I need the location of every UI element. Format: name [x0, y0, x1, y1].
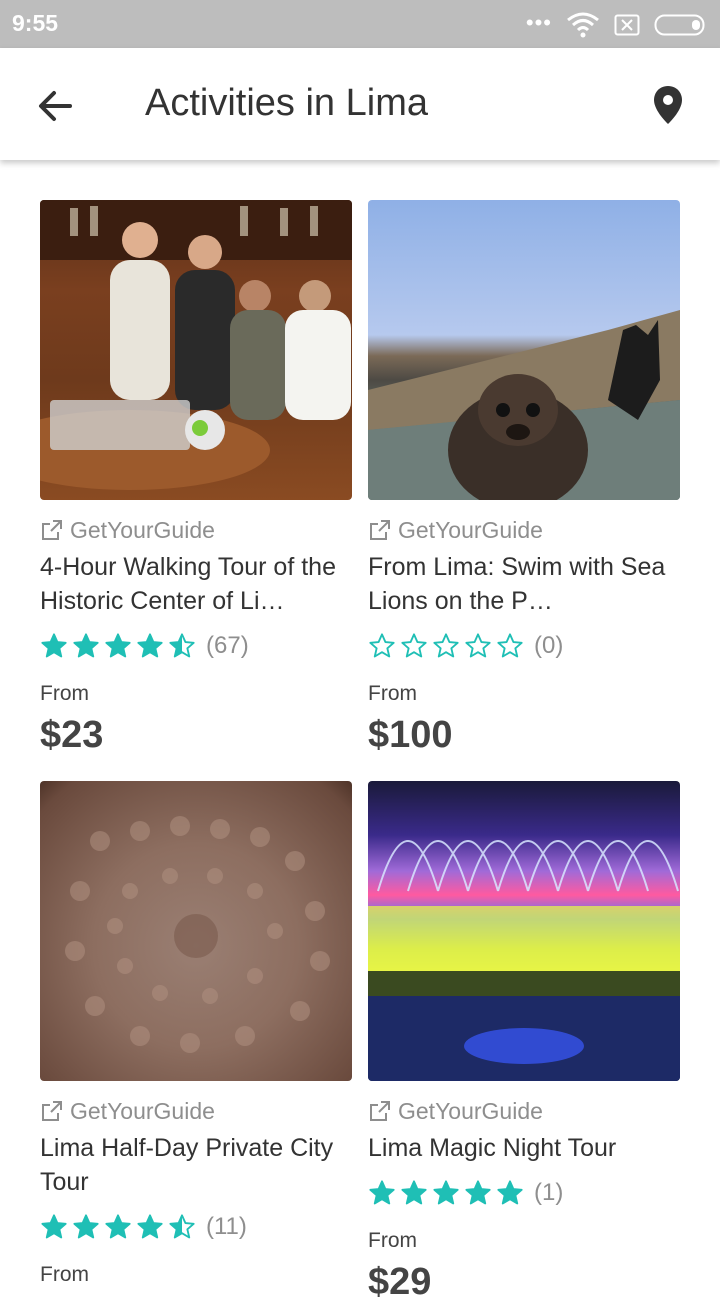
price-from-label: From: [40, 682, 89, 705]
star-icon: [73, 633, 99, 658]
star-icon: [137, 1214, 163, 1239]
star-icon: [105, 1214, 131, 1239]
battery-icon: [654, 14, 708, 36]
star-icon: [433, 1180, 459, 1205]
star-icon: [465, 633, 491, 658]
star-icon: [105, 633, 131, 658]
activity-photo: [40, 200, 352, 500]
back-button[interactable]: [34, 84, 78, 128]
star-icon: [169, 1214, 195, 1239]
external-link-icon: [370, 1101, 390, 1121]
star-icon: [497, 633, 523, 658]
provider-row: GetYourGuide: [40, 1097, 352, 1125]
provider-name: GetYourGuide: [70, 516, 215, 543]
star-icon: [497, 1180, 523, 1205]
external-link-icon: [42, 520, 62, 540]
rating-row: (1): [368, 1173, 680, 1213]
review-count: (11): [206, 1213, 247, 1240]
star-icon: [433, 633, 459, 658]
activity-photo: [368, 781, 680, 1081]
map-pin-icon: [654, 86, 682, 124]
star-rating: [368, 632, 524, 660]
activity-card[interactable]: GetYourGuide Lima Magic Night Tour (1) F…: [368, 781, 680, 1304]
star-icon: [41, 1214, 67, 1239]
activity-name[interactable]: Lima Half-Day Private City Tour: [40, 1131, 352, 1199]
price: $29: [368, 1261, 432, 1303]
star-icon: [369, 1180, 395, 1205]
star-icon: [73, 1214, 99, 1239]
price-from-label: From: [368, 1229, 417, 1252]
external-link-icon: [42, 1101, 62, 1121]
status-icons: •••: [525, 10, 708, 38]
activity-photo: [368, 200, 680, 500]
star-icon: [401, 633, 427, 658]
rating-row: (11): [40, 1207, 352, 1247]
arrow-left-icon: [39, 91, 72, 121]
review-count: (67): [206, 632, 249, 659]
provider-name: GetYourGuide: [70, 1097, 215, 1124]
more-dots-icon: •••: [525, 10, 552, 35]
status-time: 9:55: [12, 10, 59, 36]
no-sim-icon: [614, 14, 640, 36]
rating-row: (0): [368, 626, 680, 666]
provider-row: GetYourGuide: [40, 516, 352, 544]
rating-row: (67): [40, 626, 352, 666]
activity-card[interactable]: GetYourGuide 4-Hour Walking Tour of the …: [40, 200, 352, 757]
provider-row: GetYourGuide: [368, 516, 680, 544]
provider-row: GetYourGuide: [368, 1097, 680, 1125]
provider-name: GetYourGuide: [398, 516, 543, 543]
price-from-label: From: [40, 1263, 89, 1286]
provider-name: GetYourGuide: [398, 1097, 543, 1124]
star-icon: [41, 633, 67, 658]
page-title: Activities in Lima: [145, 82, 428, 124]
star-icon: [137, 633, 163, 658]
activity-name[interactable]: From Lima: Swim with Sea Lions on the P…: [368, 550, 680, 618]
star-icon: [369, 633, 395, 658]
star-rating: [40, 1213, 196, 1241]
price: $23: [40, 714, 104, 756]
status-bar: 9:55 •••: [0, 0, 720, 48]
star-icon: [401, 1180, 427, 1205]
star-rating: [40, 632, 196, 660]
external-link-icon: [370, 520, 390, 540]
star-rating: [368, 1179, 524, 1207]
review-count: (0): [534, 632, 564, 659]
activity-name[interactable]: 4-Hour Walking Tour of the Historic Cent…: [40, 550, 352, 618]
wifi-icon: [566, 12, 600, 38]
activity-card[interactable]: GetYourGuide Lima Half-Day Private City …: [40, 781, 352, 1295]
price: $100: [368, 714, 453, 756]
app-bar: Activities in Lima: [0, 48, 720, 160]
activity-photo: [40, 781, 352, 1081]
activity-name[interactable]: Lima Magic Night Tour: [368, 1131, 680, 1165]
map-button[interactable]: [650, 84, 686, 128]
activity-card[interactable]: GetYourGuide From Lima: Swim with Sea Li…: [368, 200, 680, 757]
star-icon: [169, 633, 195, 658]
review-count: (1): [534, 1179, 564, 1206]
star-icon: [465, 1180, 491, 1205]
price-from-label: From: [368, 682, 417, 705]
